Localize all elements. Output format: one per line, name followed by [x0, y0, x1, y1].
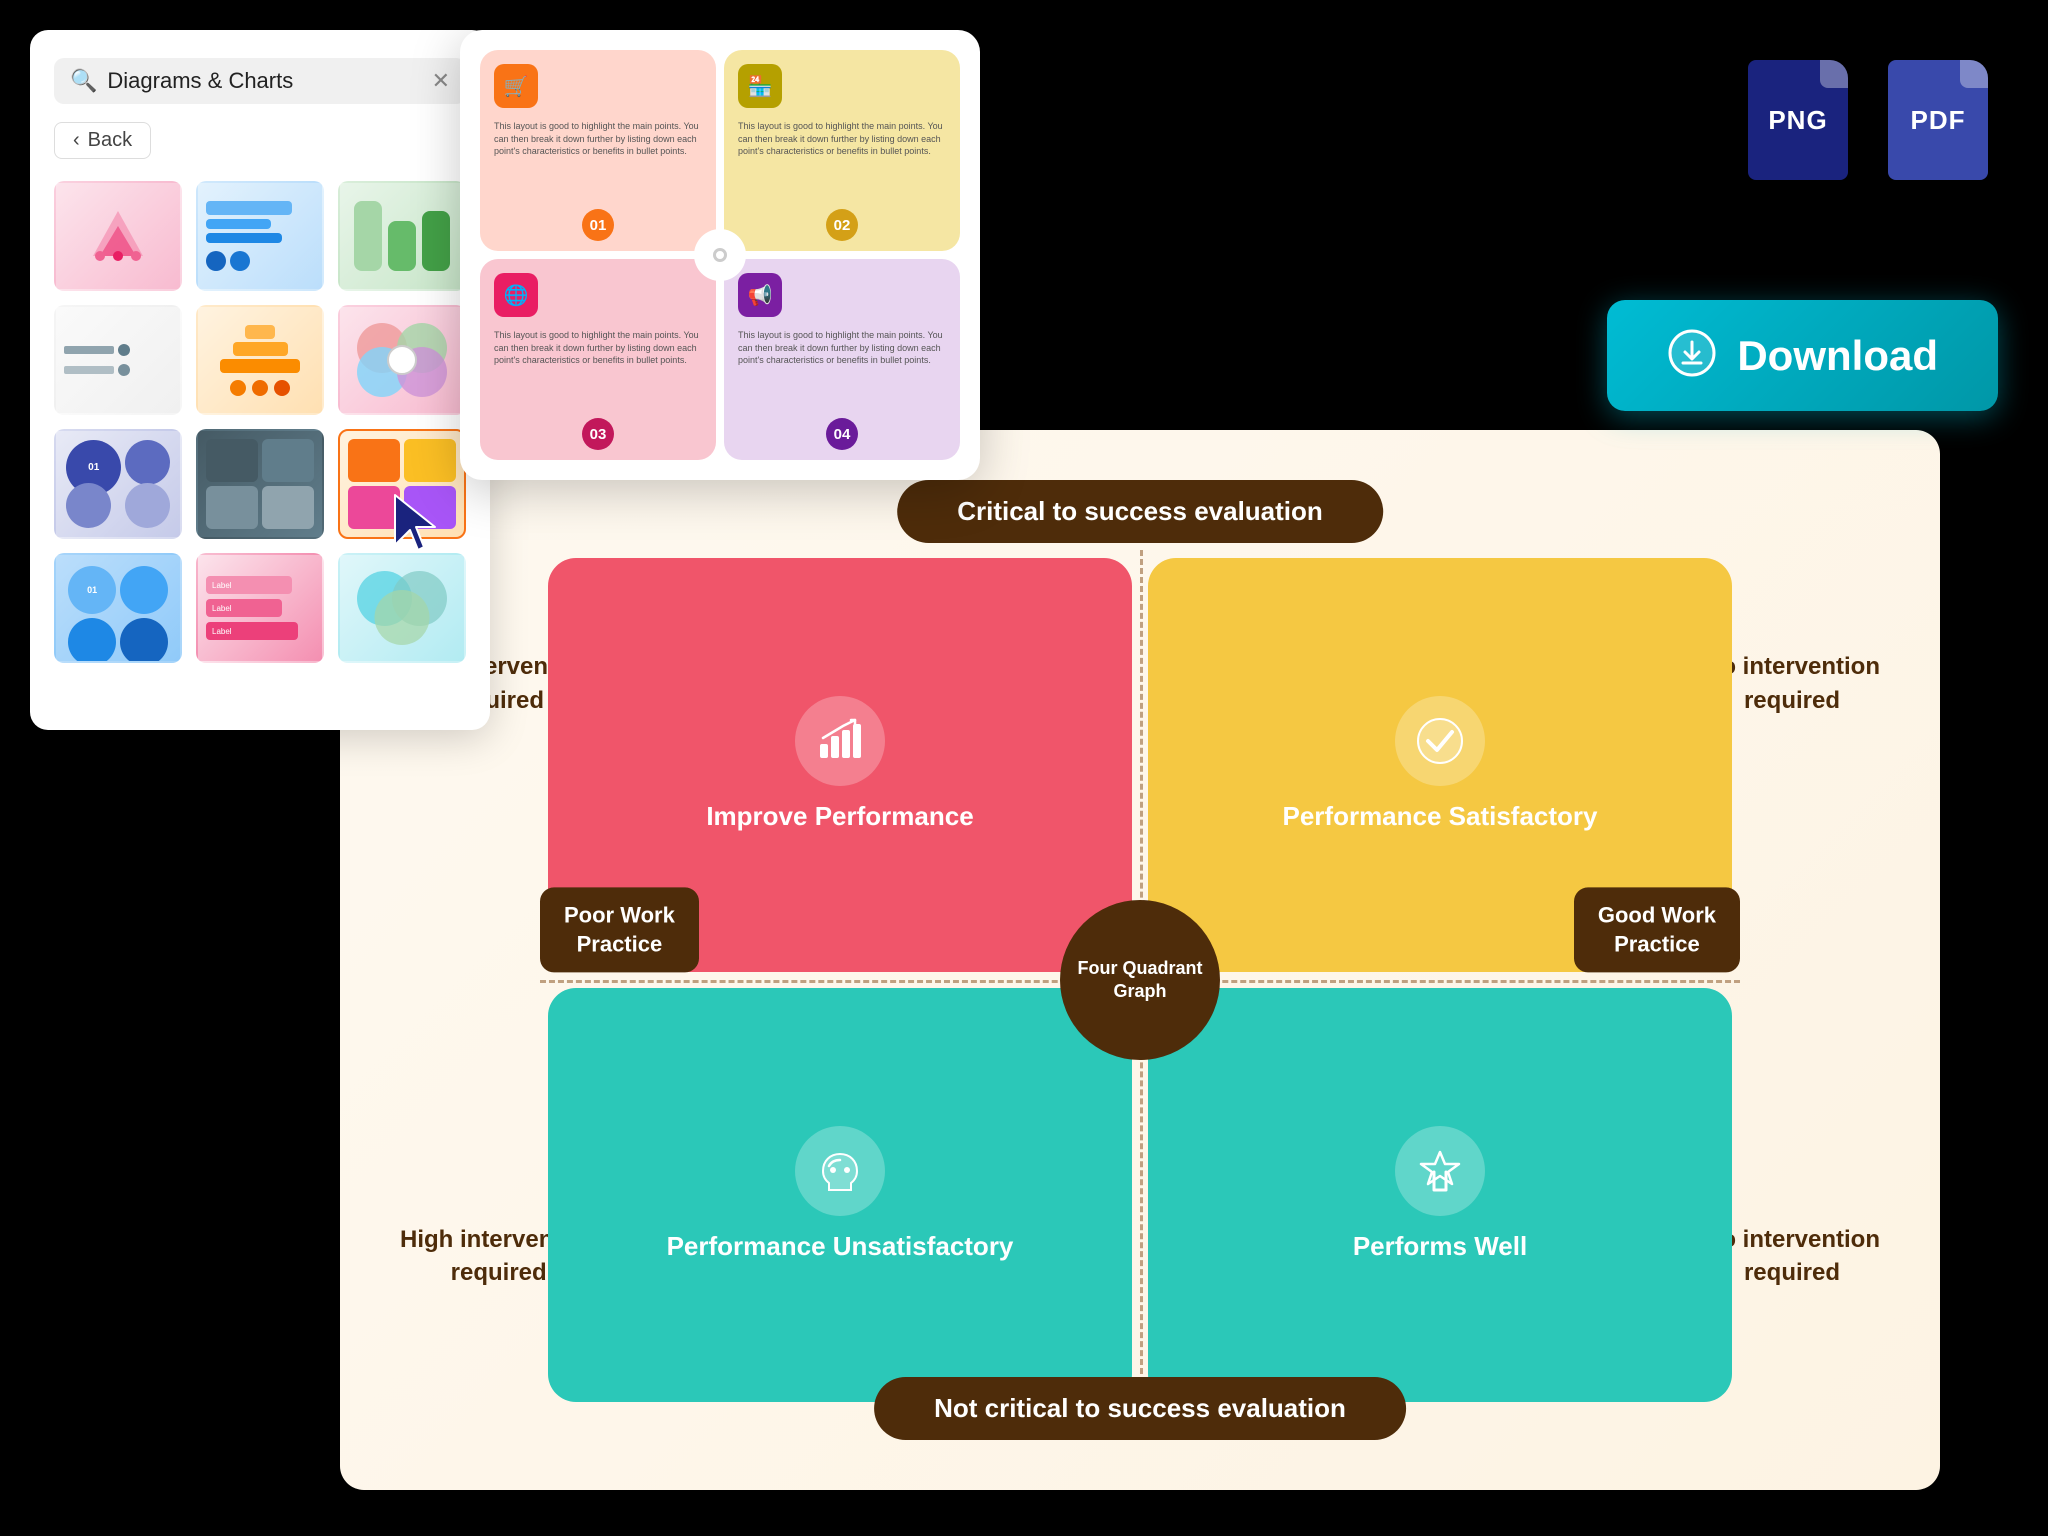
preview-card: 🛒 This layout is good to highlight the m… [460, 30, 980, 480]
preview-cell-bl: 🌐 This layout is good to highlight the m… [480, 259, 716, 460]
back-button[interactable]: ‹ Back [54, 122, 151, 159]
preview-icon-bl: 🌐 [494, 273, 538, 317]
png-file-icon[interactable]: PNG [1748, 60, 1848, 180]
qg-label-performs-well: Performs Well [1353, 1230, 1527, 1264]
center-dot [713, 248, 727, 262]
preview-num-tl: 01 [582, 209, 614, 241]
download-label: Download [1737, 332, 1938, 380]
diagram-thumb-3[interactable] [338, 181, 466, 291]
quadrant-graph: Critical to success evaluation Not criti… [340, 430, 1940, 1490]
qg-cell-performance-unsatisfactory: Performance Unsatisfactory [548, 988, 1132, 1402]
diagram-grid: 01 01 [54, 181, 466, 663]
diagram-thumb-6[interactable] [338, 305, 466, 415]
diagram-thumb-4[interactable] [54, 305, 182, 415]
search-bar: 🔍 ✕ [54, 58, 466, 104]
search-icon: 🔍 [70, 68, 97, 94]
qg-icon-performs-well [1395, 1126, 1485, 1216]
qg-icon-satisfactory [1395, 696, 1485, 786]
chevron-left-icon: ‹ [73, 129, 80, 152]
preview-cell-tl: 🛒 This layout is good to highlight the m… [480, 50, 716, 251]
diagram-thumb-8[interactable] [196, 429, 324, 539]
qg-title-bottom: Not critical to success evaluation [874, 1377, 1406, 1440]
qg-label-poor-work: Poor WorkPractice [540, 887, 699, 972]
preview-text-br: This layout is good to highlight the mai… [738, 329, 946, 367]
png-icon-shape: PNG [1748, 60, 1848, 180]
preview-cell-tr: 🏪 This layout is good to highlight the m… [724, 50, 960, 251]
preview-text-bl: This layout is good to highlight the mai… [494, 329, 702, 367]
qg-label-good-work: Good WorkPractice [1574, 887, 1740, 972]
pdf-file-icon[interactable]: PDF [1888, 60, 1988, 180]
qg-center-circle: Four Quadrant Graph [1060, 900, 1220, 1060]
search-input[interactable] [107, 68, 431, 94]
preview-center [694, 229, 746, 281]
four-quadrant-preview: 🛒 This layout is good to highlight the m… [480, 50, 960, 460]
preview-text-tr: This layout is good to highlight the mai… [738, 120, 946, 158]
download-button[interactable]: Download [1607, 300, 1998, 411]
diagram-thumb-2[interactable] [196, 181, 324, 291]
qg-inner: Critical to success evaluation Not criti… [340, 430, 1940, 1490]
diagram-thumb-5[interactable] [196, 305, 324, 415]
diagram-thumb-11[interactable]: Label Label Label [196, 553, 324, 663]
preview-icon-tr: 🏪 [738, 64, 782, 108]
diagram-thumb-1[interactable] [54, 181, 182, 291]
qg-label-improve: Improve Performance [706, 800, 973, 834]
qg-title-top: Critical to success evaluation [897, 480, 1383, 543]
download-icon [1667, 328, 1717, 383]
preview-icon-tl: 🛒 [494, 64, 538, 108]
diagram-thumb-7[interactable]: 01 [54, 429, 182, 539]
pdf-label: PDF [1911, 105, 1966, 136]
preview-cell-br: 📢 This layout is good to highlight the m… [724, 259, 960, 460]
qg-icon-unsatisfactory [795, 1126, 885, 1216]
sidebar-panel: 🔍 ✕ ‹ Back [30, 30, 490, 730]
qg-label-unsatisfactory: Performance Unsatisfactory [667, 1230, 1014, 1264]
back-label: Back [88, 129, 132, 152]
diagram-thumb-12[interactable] [338, 553, 466, 663]
qg-label-satisfactory: Performance Satisfactory [1282, 800, 1597, 834]
preview-icon-br: 📢 [738, 273, 782, 317]
preview-num-tr: 02 [826, 209, 858, 241]
qg-cell-performs-well: Performs Well [1148, 988, 1732, 1402]
file-icons-container: PNG PDF [1748, 60, 1988, 180]
pdf-icon-shape: PDF [1888, 60, 1988, 180]
preview-num-bl: 03 [582, 418, 614, 450]
preview-num-br: 04 [826, 418, 858, 450]
png-label: PNG [1768, 105, 1827, 136]
close-icon[interactable]: ✕ [432, 68, 450, 94]
cursor-arrow [390, 490, 450, 560]
diagram-thumb-10[interactable]: 01 [54, 553, 182, 663]
qg-center-label: Four Quadrant Graph [1060, 957, 1220, 1004]
preview-text-tl: This layout is good to highlight the mai… [494, 120, 702, 158]
qg-icon-improve [795, 696, 885, 786]
